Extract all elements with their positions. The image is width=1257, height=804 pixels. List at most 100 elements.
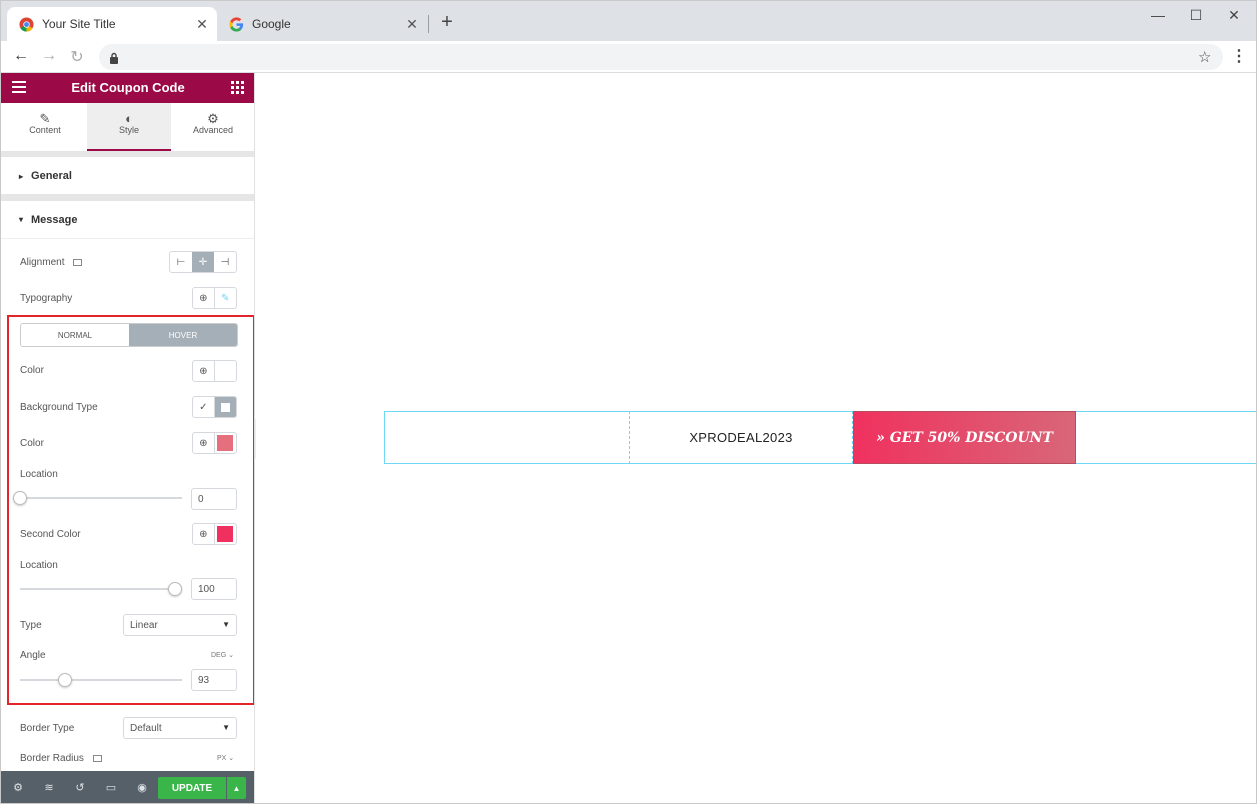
panel-footer: ⚙ ≋ ↺ ▭ ◉ UPDATE ▲ [1,771,254,803]
chevron-down-icon: ▼ [222,620,230,629]
border-type-select[interactable]: Default ▼ [123,717,237,739]
tab-google[interactable]: Google ✕ [217,7,427,41]
angle-unit-select[interactable]: DEG ⌄ [211,651,234,659]
navigator-icon[interactable]: ≋ [41,781,57,794]
color-swatch-empty[interactable] [215,361,236,381]
state-toggle: NORMAL HOVER [20,323,238,347]
close-tab-icon[interactable]: ✕ [403,16,421,33]
radius-unit-select[interactable]: PX ⌄ [217,754,234,762]
tab-style[interactable]: ◐ Style [87,103,171,151]
background-type-control: ✓ [192,396,237,418]
update-options-button[interactable]: ▲ [227,777,246,799]
angle-slider[interactable] [20,679,182,681]
browser-toolbar: ← → ↻ ☆ ⋮ [1,41,1256,73]
color-swatch-second[interactable] [215,524,236,544]
tab-content[interactable]: ✎ Content [3,103,87,151]
typography-label: Typography [20,293,73,304]
alignment-control: ⊢ ✛ ⊣ [169,251,237,273]
location-slider-handle[interactable] [13,491,27,505]
caret-right-icon: ▸ [19,171,24,181]
alignment-label: Alignment [20,257,83,268]
globe-icon[interactable]: ⊕ [193,433,215,453]
coupon-code-text: XPRODEAL2023 [629,411,853,464]
section-title: Message [31,213,78,226]
pencil-icon: ✎ [39,111,51,126]
location-label: Location [20,469,58,480]
tab-advanced[interactable]: ⚙ Advanced [171,103,254,151]
desktop-icon [92,754,102,762]
align-right-icon[interactable]: ⊣ [214,252,236,272]
google-icon [229,16,244,32]
panel-header: Edit Coupon Code [1,73,254,103]
location2-slider[interactable] [20,588,182,590]
browser-menu-icon[interactable]: ⋮ [1231,46,1247,66]
type-label: Type [20,620,42,631]
globe-icon[interactable]: ⊕ [193,524,215,544]
tab-label: Content [29,125,61,135]
border-radius-label: Border Radius [20,753,102,764]
typography-control: ⊕ ✎ [192,287,237,309]
normal-state-tab[interactable]: NORMAL [21,324,129,346]
tab-your-site-title[interactable]: Your Site Title ✕ [7,7,217,41]
responsive-icon[interactable]: ▭ [103,781,119,794]
new-tab-button[interactable]: + [437,11,457,34]
globe-icon[interactable]: ⊕ [193,288,215,308]
color-label: Color [20,365,44,376]
location2-slider-handle[interactable] [168,582,182,596]
globe-icon[interactable]: ⊕ [193,361,215,381]
close-window-button[interactable]: ✕ [1223,7,1245,24]
location-input[interactable]: 0 [191,488,237,510]
bookmark-star-icon[interactable]: ☆ [1198,48,1211,66]
location-slider[interactable] [20,497,182,499]
align-left-icon[interactable]: ⊢ [170,252,192,272]
hover-state-tab[interactable]: HOVER [129,324,237,346]
brush-icon[interactable]: ✓ [193,397,215,417]
reload-button[interactable]: ↻ [67,47,87,67]
minimize-button[interactable]: — [1147,7,1169,23]
gradient-color-label: Color [20,438,44,449]
chevron-down-icon: ▼ [222,723,230,732]
history-icon[interactable]: ↺ [72,781,88,794]
maximize-button[interactable]: ☐ [1185,7,1207,24]
address-bar[interactable] [99,44,1223,70]
section-general[interactable]: ▸ General [1,157,254,195]
chrome-icon [19,16,34,32]
color-control: ⊕ [192,360,237,382]
color-swatch-first[interactable] [215,433,236,453]
tab-strip: Your Site Title ✕ Google ✕ + — ☐ ✕ [1,1,1256,41]
close-tab-icon[interactable]: ✕ [193,16,211,33]
discount-button[interactable]: » GET 50% DISCOUNT [853,411,1076,464]
edit-pencil-icon[interactable]: ✎ [215,288,236,308]
caret-down-icon: ▾ [19,215,24,224]
contrast-icon: ◐ [125,111,133,126]
angle-input[interactable]: 93 [191,669,237,691]
gradient-color-control: ⊕ [192,432,237,454]
section-title: General [31,170,72,182]
background-type-label: Background Type [20,402,98,413]
gear-icon: ⚙ [207,111,219,126]
tab-separator [428,15,429,33]
desktop-icon [73,258,83,266]
back-button[interactable]: ← [11,47,31,65]
gradient-icon[interactable] [214,397,236,417]
editor-panel: Edit Coupon Code ✎ Content ◐ Style ⚙ Adv… [1,73,255,803]
align-center-icon[interactable]: ✛ [192,252,214,272]
location2-input[interactable]: 100 [191,578,237,600]
second-color-label: Second Color [20,529,81,540]
second-color-control: ⊕ [192,523,237,545]
panel-title: Edit Coupon Code [71,80,185,95]
border-type-label: Border Type [20,723,75,734]
panel-tabs: ✎ Content ◐ Style ⚙ Advanced [1,103,254,151]
location2-label: Location [20,560,58,571]
tab-label: Style [118,125,139,135]
tab-title: Your Site Title [42,17,116,31]
settings-icon[interactable]: ⚙ [10,781,26,794]
tab-label: Advanced [192,125,234,135]
widgets-grid-icon[interactable] [231,81,244,94]
type-select[interactable]: Linear ▼ [123,614,237,636]
section-message[interactable]: ▾ Message [1,201,254,239]
preview-eye-icon[interactable]: ◉ [134,781,150,794]
update-button[interactable]: UPDATE [158,777,226,799]
lock-icon [109,51,119,69]
forward-button[interactable]: → [39,47,59,65]
